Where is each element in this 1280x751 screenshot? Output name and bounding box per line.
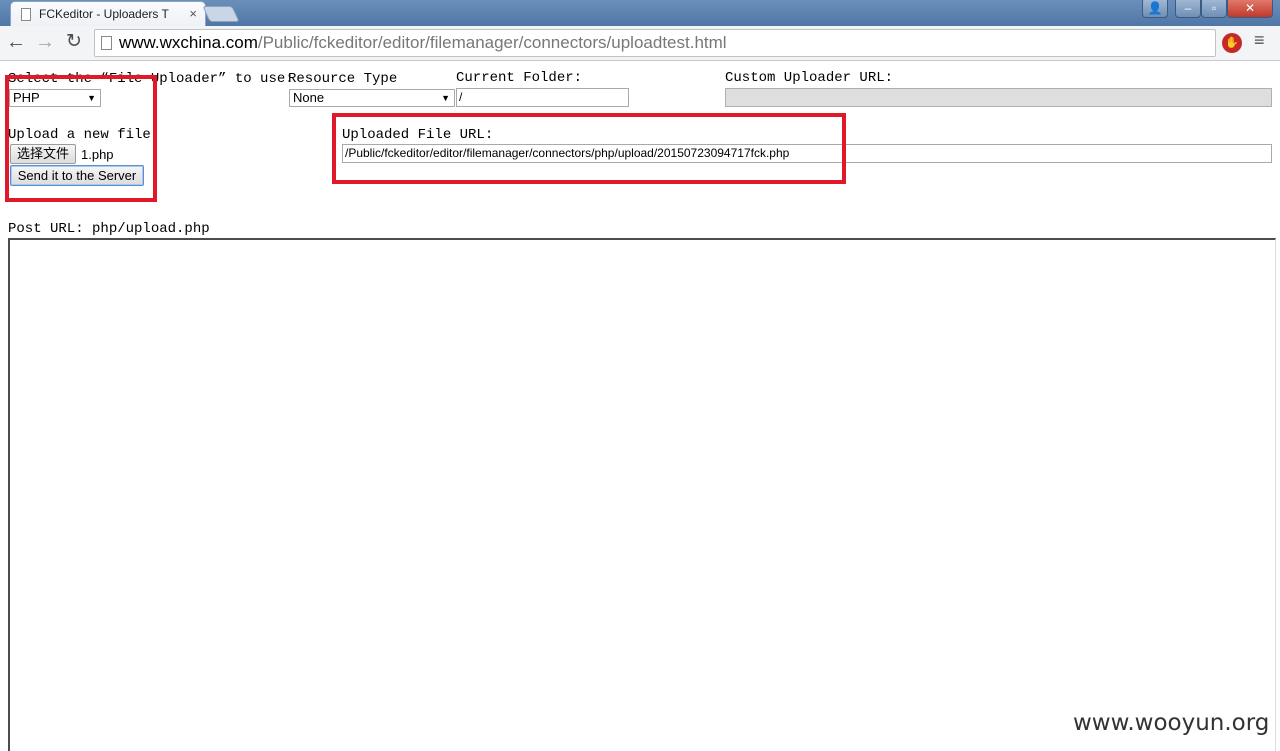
custom-url-label: Custom Uploader URL: — [725, 70, 894, 86]
address-bar[interactable]: www.wxchina.com/Public/fckeditor/editor/… — [94, 29, 1216, 57]
user-icon[interactable]: 👤 — [1142, 0, 1168, 18]
minimize-button[interactable]: – — [1175, 0, 1201, 18]
highlight-box-uploader — [5, 75, 157, 202]
current-folder-label: Current Folder: — [456, 70, 583, 86]
reload-icon[interactable]: ↻ — [62, 31, 86, 55]
resource-type-label: Resource Type — [288, 71, 398, 87]
upload-result-frame — [8, 238, 1276, 751]
page-content: Select the “File Uploader” to use: PHP ▼… — [0, 62, 1280, 751]
tab-close-icon[interactable]: × — [189, 2, 197, 26]
forward-icon[interactable]: → — [33, 31, 57, 55]
new-tab-button[interactable] — [202, 6, 240, 22]
highlight-box-uploaded-url — [332, 113, 846, 184]
chevron-down-icon: ▼ — [441, 93, 450, 103]
post-url-text: Post URL: php/upload.php — [8, 221, 210, 237]
tab-title: FCKeditor - Uploaders T — [39, 7, 169, 21]
url-path: /Public/fckeditor/editor/filemanager/con… — [257, 33, 727, 52]
maximize-button[interactable]: ▫ — [1201, 0, 1227, 18]
page-icon — [21, 8, 31, 21]
back-icon[interactable]: ← — [4, 31, 28, 55]
window-titlebar: FCKeditor - Uploaders T × 👤 – ▫ ✕ — [0, 0, 1280, 26]
close-window-button[interactable]: ✕ — [1227, 0, 1273, 18]
stop-extension-icon[interactable]: ✋ — [1222, 33, 1242, 53]
resource-type-select[interactable]: None ▼ — [289, 89, 455, 107]
url-host: www.wxchina.com — [119, 33, 258, 52]
current-folder-input[interactable]: / — [456, 88, 629, 107]
browser-tab[interactable]: FCKeditor - Uploaders T × — [10, 1, 206, 26]
resource-type-value: None — [293, 90, 325, 105]
watermark: www.wooyun.org — [1073, 710, 1270, 736]
custom-url-input[interactable] — [725, 88, 1272, 107]
page-icon — [101, 36, 112, 50]
browser-toolbar: ← → ↻ www.wxchina.com/Public/fckeditor/e… — [0, 26, 1280, 61]
menu-icon[interactable]: ≡ — [1254, 30, 1265, 51]
